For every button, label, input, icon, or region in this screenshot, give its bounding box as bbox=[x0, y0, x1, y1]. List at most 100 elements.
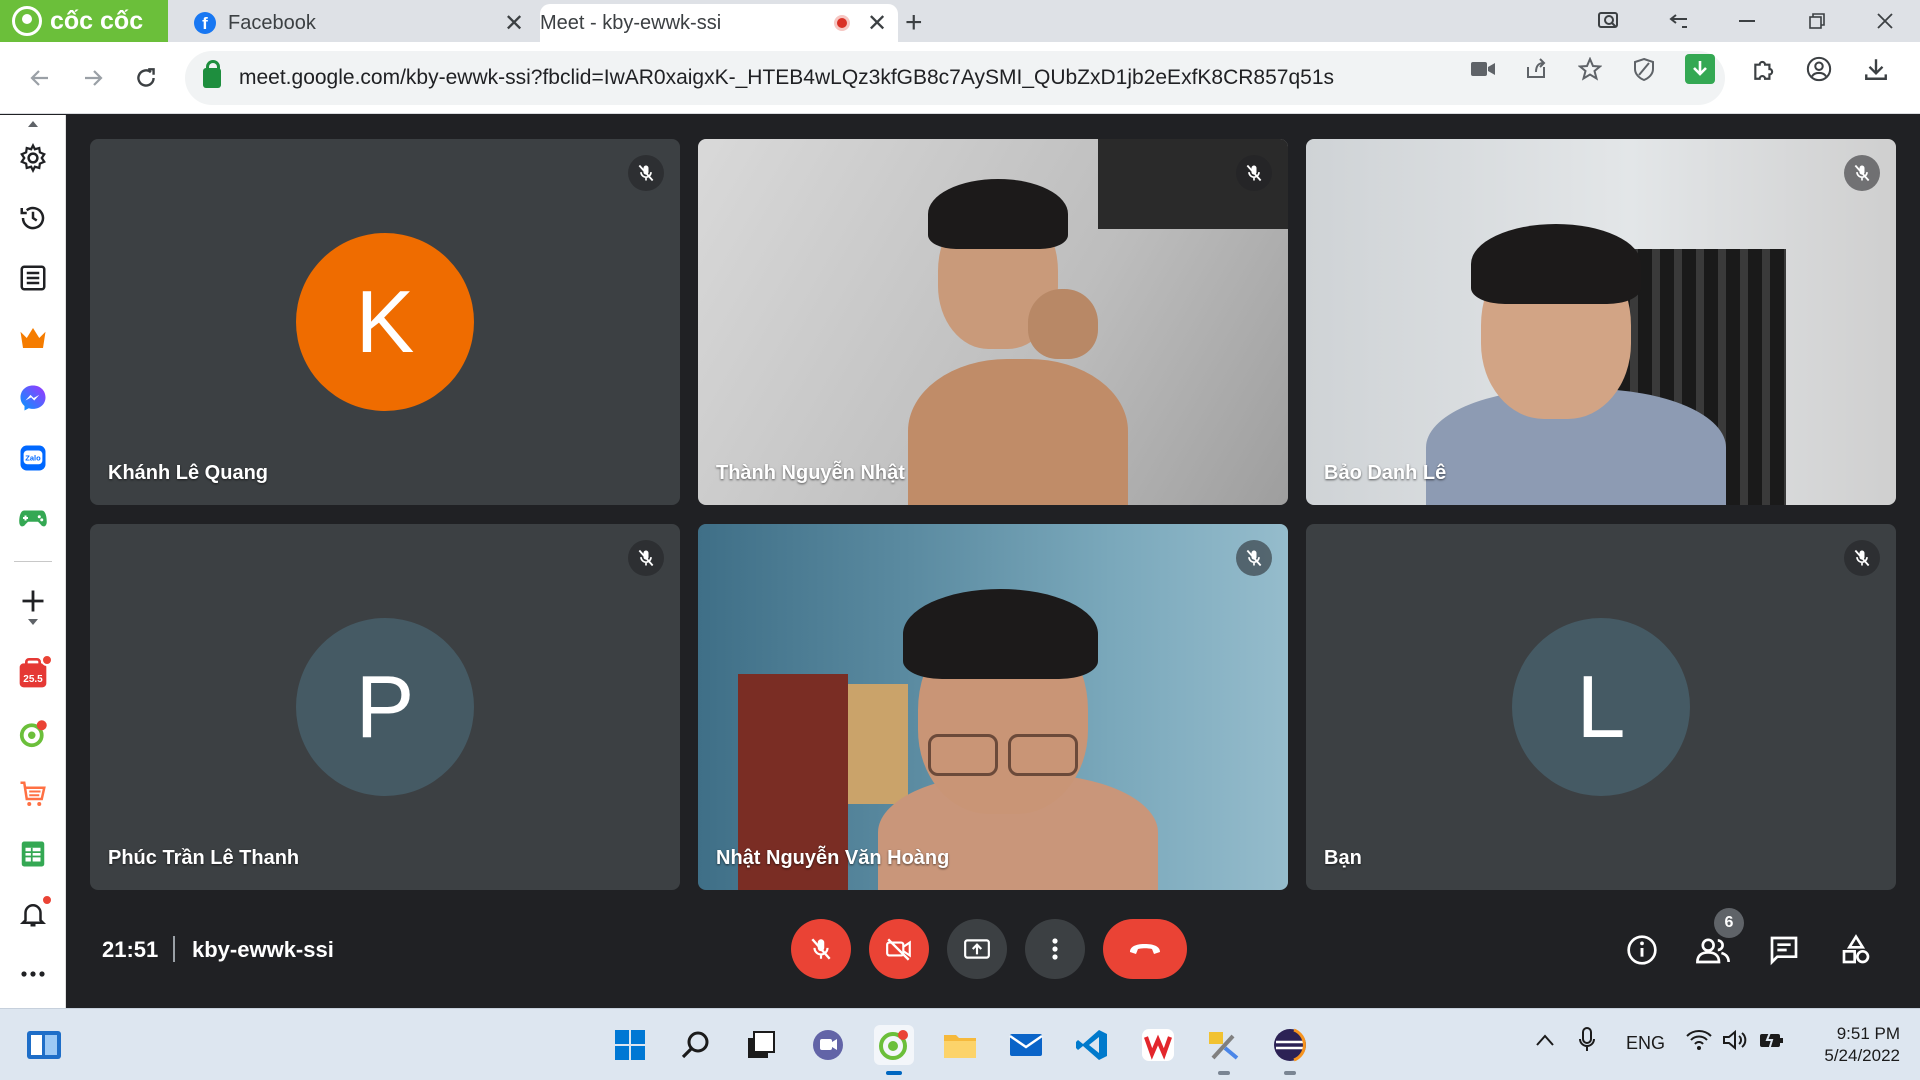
hang-up-icon bbox=[1130, 944, 1160, 954]
browser-tab-strip: cốc cốc f Facebook ✕ Meet - kby-ewwk-ssi… bbox=[0, 0, 1920, 141]
crown-games-icon[interactable] bbox=[13, 318, 53, 358]
chat-button[interactable] bbox=[1762, 928, 1806, 972]
reload-button[interactable] bbox=[124, 56, 168, 100]
mic-muted-icon bbox=[1844, 540, 1880, 576]
downloads-icon[interactable] bbox=[1863, 56, 1889, 82]
coccoc-extension-icon[interactable] bbox=[13, 714, 53, 754]
settings-gear-icon[interactable] bbox=[13, 138, 53, 178]
participant-count-badge: 6 bbox=[1714, 908, 1744, 938]
close-tab-icon[interactable]: ✕ bbox=[501, 9, 527, 38]
more-options-button[interactable] bbox=[1025, 919, 1085, 979]
bookmark-star-icon[interactable] bbox=[1577, 56, 1603, 82]
teams-chat-icon[interactable] bbox=[808, 1025, 848, 1065]
url-text[interactable]: meet.google.com/kby-ewwk-ssi?fbclid=IwAR… bbox=[239, 66, 1419, 90]
scroll-up-icon[interactable] bbox=[28, 121, 38, 127]
toggle-microphone-button[interactable] bbox=[791, 919, 851, 979]
tools-app-icon[interactable] bbox=[1204, 1025, 1244, 1075]
file-explorer-icon[interactable] bbox=[940, 1025, 980, 1065]
notifications-bell-icon[interactable] bbox=[13, 894, 53, 934]
system-date: 5/24/2022 bbox=[1824, 1046, 1900, 1065]
coccoc-brand[interactable]: cốc cốc bbox=[0, 0, 168, 42]
participant-tile[interactable]: Bảo Danh Lê bbox=[1306, 139, 1896, 505]
shopping-promo-icon[interactable]: 25.5 bbox=[13, 654, 53, 694]
show-hidden-icons-chevron-icon[interactable] bbox=[1535, 1031, 1555, 1052]
sidebar-divider bbox=[14, 561, 52, 562]
toggle-camera-button[interactable] bbox=[869, 919, 929, 979]
wifi-icon[interactable] bbox=[1686, 1029, 1712, 1056]
microphone-tray-icon[interactable] bbox=[1578, 1027, 1596, 1058]
system-time: 9:51 PM bbox=[1836, 1024, 1900, 1043]
present-screen-icon bbox=[964, 939, 990, 959]
battery-charging-icon[interactable] bbox=[1758, 1029, 1786, 1056]
browser-toolbar: meet.google.com/kby-ewwk-ssi?fbclid=IwAR… bbox=[0, 42, 1920, 114]
widgets-icon[interactable] bbox=[24, 1025, 64, 1065]
notification-dot bbox=[41, 894, 53, 906]
lock-icon[interactable] bbox=[203, 60, 221, 88]
back-button[interactable] bbox=[18, 56, 62, 100]
savior-download-icon[interactable] bbox=[1685, 54, 1715, 84]
mic-muted-icon bbox=[628, 540, 664, 576]
task-view-icon[interactable] bbox=[741, 1025, 781, 1065]
input-language[interactable]: ENG bbox=[1626, 1033, 1665, 1054]
meet-stage: K Khánh Lê Quang Thành Nguyễn Nhật Bảo D… bbox=[66, 115, 1920, 1008]
search-tabs-icon[interactable] bbox=[1574, 0, 1644, 42]
history-icon[interactable] bbox=[13, 198, 53, 238]
search-icon[interactable] bbox=[676, 1025, 716, 1065]
shield-icon[interactable] bbox=[1631, 56, 1657, 82]
present-screen-button[interactable] bbox=[947, 919, 1007, 979]
messenger-icon[interactable] bbox=[13, 378, 53, 418]
avatar: L bbox=[1512, 618, 1690, 796]
self-tile[interactable]: L Bạn bbox=[1306, 524, 1896, 890]
windows-taskbar: ENG 9:51 PM 5/24/2022 bbox=[0, 1008, 1920, 1080]
system-clock[interactable]: 9:51 PM 5/24/2022 bbox=[1800, 1023, 1900, 1067]
mic-muted-icon bbox=[628, 155, 664, 191]
notification-dot bbox=[41, 654, 53, 666]
extensions-puzzle-icon[interactable] bbox=[1751, 56, 1777, 82]
coccoc-taskbar-icon[interactable] bbox=[874, 1025, 914, 1075]
vertical-dots-icon bbox=[1052, 938, 1058, 960]
camera-in-use-icon[interactable] bbox=[1470, 56, 1496, 82]
mail-icon[interactable] bbox=[1006, 1025, 1046, 1065]
vscode-icon[interactable] bbox=[1072, 1025, 1112, 1065]
shopping-cart-icon[interactable] bbox=[13, 774, 53, 814]
participant-tile[interactable]: Thành Nguyễn Nhật bbox=[698, 139, 1288, 505]
expand-down-icon[interactable] bbox=[28, 619, 38, 625]
tab-facebook[interactable]: f Facebook ✕ bbox=[180, 4, 535, 42]
running-app-indicator bbox=[1284, 1071, 1296, 1075]
profile-icon[interactable] bbox=[1806, 56, 1832, 82]
participant-tile[interactable]: K Khánh Lê Quang bbox=[90, 139, 680, 505]
activities-button[interactable] bbox=[1834, 928, 1878, 972]
minimize-window-button[interactable] bbox=[1712, 0, 1782, 42]
tab-meet[interactable]: Meet - kby-ewwk-ssi ✕ bbox=[540, 4, 898, 141]
participant-tile[interactable]: P Phúc Trần Lê Thanh bbox=[90, 524, 680, 890]
restore-window-button[interactable] bbox=[1782, 0, 1852, 42]
reading-list-icon[interactable] bbox=[13, 258, 53, 298]
gamepad-icon[interactable] bbox=[13, 498, 53, 538]
coccoc-logo-icon bbox=[12, 6, 42, 36]
eclipse-icon[interactable] bbox=[1270, 1025, 1310, 1075]
close-tab-icon[interactable]: ✕ bbox=[864, 9, 890, 38]
avatar: K bbox=[296, 233, 474, 411]
close-window-button[interactable] bbox=[1850, 0, 1920, 42]
share-icon[interactable] bbox=[1523, 56, 1549, 82]
forward-button[interactable] bbox=[71, 56, 115, 100]
info-divider bbox=[173, 936, 175, 962]
mic-off-icon bbox=[811, 938, 831, 960]
meeting-details-button[interactable] bbox=[1620, 928, 1664, 972]
participant-tile[interactable]: Nhật Nguyễn Văn Hoàng bbox=[698, 524, 1288, 890]
people-icon bbox=[1696, 938, 1730, 964]
start-menu-icon[interactable] bbox=[610, 1025, 650, 1065]
wps-office-icon[interactable] bbox=[1138, 1025, 1178, 1065]
participant-video bbox=[698, 524, 1288, 890]
spreadsheet-icon[interactable] bbox=[13, 834, 53, 874]
leave-call-button[interactable] bbox=[1103, 919, 1187, 979]
add-sidebar-item-icon[interactable] bbox=[13, 581, 53, 621]
brand-label: cốc cốc bbox=[50, 6, 144, 35]
zalo-icon[interactable]: Zalo bbox=[13, 438, 53, 478]
tab-list-icon[interactable] bbox=[1644, 0, 1714, 42]
shopping-promo-date: 25.5 bbox=[23, 674, 43, 685]
new-tab-button[interactable]: + bbox=[905, 6, 923, 40]
facebook-icon: f bbox=[194, 12, 216, 34]
more-options-icon[interactable] bbox=[13, 954, 53, 994]
volume-icon[interactable] bbox=[1722, 1029, 1748, 1056]
